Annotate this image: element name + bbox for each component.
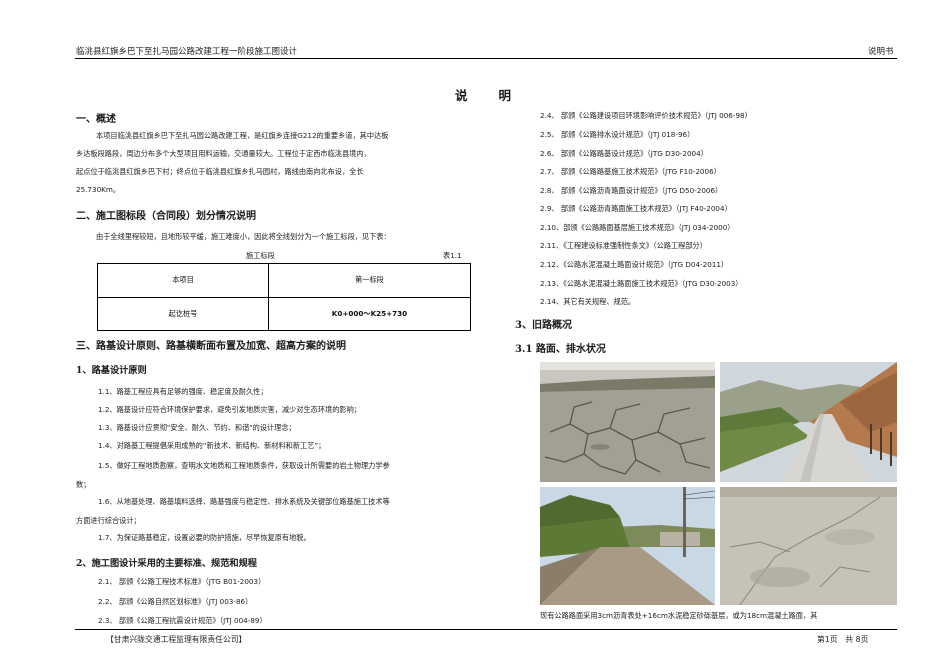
section-2-intro: 由于全线里程较短，且地形较平缓，施工难度小，因此将全线划分为一个施工标段，见下表… xyxy=(96,232,391,241)
old-road-heading: 3、旧路概况 xyxy=(515,320,572,331)
list-item: 2.5、 部颁《公路排水设计规范》（JTJ 018-96） xyxy=(540,130,695,139)
footer-company: 【甘肃兴陇交通工程监理有限责任公司】 xyxy=(106,635,247,644)
table-caption: 施工标段 xyxy=(246,251,275,260)
list-item: 1.3、路基设计应贯彻"安全、耐久、节约、和谐"的设计理念； xyxy=(98,423,296,432)
table-cell: K0+000～K25+730 xyxy=(268,296,471,331)
list-item: 1.5、做好工程地质勘察，查明水文地质和工程地质条件，获取设计所需要的岩土物理力… xyxy=(98,461,390,470)
header-title: 临洮县红旗乡巴下至扎马园公路改建工程一阶段施工图设计 xyxy=(76,47,298,57)
table-row: 本项目 第一标段 xyxy=(97,263,471,298)
footer-page-number: 第1页 共 8页 xyxy=(817,635,869,644)
list-item: 1.1、路基工程应具有足够的强度、稳定度及耐久性； xyxy=(98,387,268,396)
list-item: 2.1、 部颁《公路工程技术标准》（JTG B01-2003） xyxy=(98,577,266,586)
footer-rule xyxy=(75,629,897,630)
list-item: 2.2、 部颁《公路自然区划标准》（JTJ 003-86） xyxy=(98,597,253,606)
list-item: 2.4、 部颁《公路建设项目环境影响评价技术规范》（JTJ 006-98） xyxy=(540,111,752,120)
table-number: 表1.1 xyxy=(443,251,462,260)
list-item: 2.7、 部颁《公路路基施工技术规范》（JTG F10-2006） xyxy=(540,167,721,176)
list-item: 1.4、对路基工程提倡采用成熟的“新技术、新结构、新材料和新工艺”； xyxy=(98,441,326,450)
list-item: 2.14、其它有关规程、规范。 xyxy=(540,297,636,306)
list-item: 1.7、为保证路基稳定，设置必要的防护措施，尽早恢复原有地貌。 xyxy=(98,533,311,542)
table-cell: 第一标段 xyxy=(268,263,471,298)
list-item: 2.3、 部颁《公路工程抗震设计规范》（JTJ 004-89） xyxy=(98,616,267,625)
page-title: 说 明 xyxy=(455,88,514,103)
list-item: 2.13、《公路水泥混凝土路面施工技术规范》（JTG D30-2003） xyxy=(540,279,743,288)
pavement-drainage-heading: 3.1 路面、排水状况 xyxy=(515,344,606,355)
list-item: 2.9、 部颁《公路沥青路面施工技术规范》（JTJ F40-2004） xyxy=(540,204,732,213)
list-item: 2.8、 部颁《公路沥青路面设计规范》（JTG D50-2006） xyxy=(540,186,723,195)
concrete-road-photo xyxy=(720,362,897,482)
road-surface-closeup-photo xyxy=(720,487,897,605)
list-item: 2.10、部颁《公路路面基层施工技术规范》（JTJ 034-2000） xyxy=(540,223,735,232)
section-3-heading: 三、路基设计原则、路基横断面布置及加宽、超高方案的说明 xyxy=(76,341,346,352)
section-1-line-2: 乡达板段路段，周边分布多个大型项目用料运输，交通量较大。工程位于定西市临洮县境内… xyxy=(76,149,371,158)
section-table: 本项目 第一标段 起讫桩号 K0+000～K25+730 xyxy=(97,263,471,331)
list-item: 1.6、从地基处理、路基填料选择、路基强度与稳定性、排水系统及关键部位路基施工技… xyxy=(98,497,390,506)
section-1-line-1: 本项目临洮县红旗乡巴下至扎马园公路改建工程，是红旗乡连接G212的重要乡道，其中… xyxy=(96,131,389,140)
list-item: 方面进行综合设计； xyxy=(76,516,141,525)
list-item: 2.11、《工程建设标准强制性条文》（公路工程部分） xyxy=(540,241,707,250)
list-item: 2.12、《公路水泥混凝土路面设计规范》（JTG D04-2011） xyxy=(540,260,729,269)
table-cell: 本项目 xyxy=(97,263,269,298)
section-1-heading: 一、概述 xyxy=(76,114,116,125)
table-cell: 起讫桩号 xyxy=(97,296,269,331)
subsection-1-heading: 1、路基设计原则 xyxy=(76,365,147,376)
subsection-2-heading: 2、施工图设计采用的主要标准、规范和规程 xyxy=(76,558,257,569)
section-1-line-4: 25.730Km。 xyxy=(76,185,121,194)
section-2-heading: 二、施工图标段（合同段）划分情况说明 xyxy=(76,211,256,222)
list-item: 1.2、路基设计应符合环境保护要求，避免引发地质灾害，减少对生态环境的影响； xyxy=(98,405,361,414)
list-item: 数； xyxy=(76,480,91,489)
header-doc-type: 说明书 xyxy=(868,47,894,57)
photo-caption: 现有公路路面采用3cm沥青表处+16cm水泥稳定砂砾基层，或为18cm混凝土路面… xyxy=(540,611,818,620)
cracked-pavement-photo xyxy=(540,362,715,482)
header-rule xyxy=(75,58,897,59)
list-item: 2.6、 部颁《公路路基设计规范》（JTG D30-2004） xyxy=(540,149,708,158)
table-row: 起讫桩号 K0+000～K25+730 xyxy=(97,296,471,331)
village-road-photo xyxy=(540,487,715,605)
section-1-line-3: 起点位于临洮县红旗乡巴下村；终点位于临洮县红旗乡扎马园村，路线由南向北布设，全长 xyxy=(76,167,364,176)
